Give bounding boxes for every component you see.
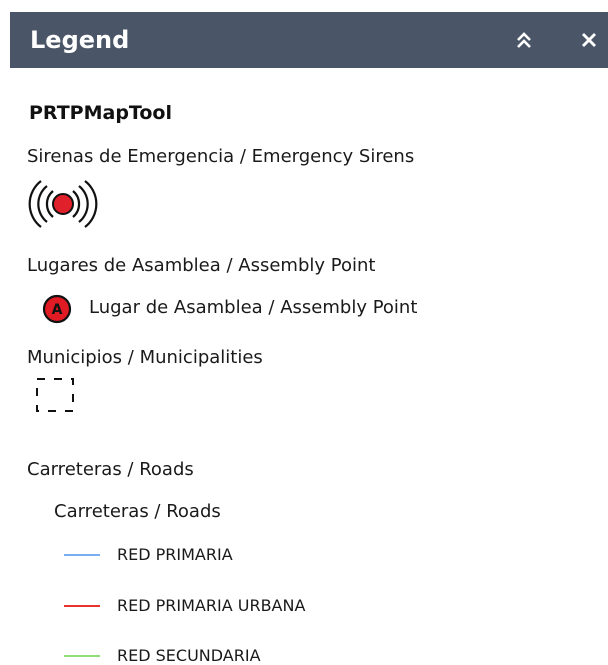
group-label-sirens: Sirenas de Emergencia / Emergency Sirens: [27, 146, 415, 167]
road-line-swatch: [64, 554, 100, 556]
siren-icon: [28, 180, 98, 228]
road-item-label: RED PRIMARIA URBANA: [117, 596, 306, 615]
road-line-swatch: [64, 605, 100, 607]
close-icon: [582, 33, 596, 47]
assembly-point-icon: A: [42, 294, 72, 324]
legend-content: PRTPMapTool Sirenas de Emergencia / Emer…: [0, 68, 608, 665]
assembly-icon-letter: A: [52, 302, 63, 318]
group-label-municipalities: Municipios / Municipalities: [27, 347, 263, 368]
group-label-roads: Carreteras / Roads: [27, 459, 194, 480]
road-item-label: RED PRIMARIA: [117, 545, 233, 564]
chevrons-up-icon: [517, 32, 531, 48]
legend-panel: Legend PRTPMapTool Sirenas de Emergencia…: [0, 0, 608, 665]
collapse-button[interactable]: [510, 26, 538, 54]
close-button[interactable]: [575, 26, 603, 54]
roads-sublabel: Carreteras / Roads: [54, 501, 221, 522]
road-line-swatch: [64, 655, 100, 657]
group-label-assembly: Lugares de Asamblea / Assembly Point: [27, 255, 376, 276]
layer-title: PRTPMapTool: [29, 102, 172, 124]
legend-title: Legend: [30, 26, 130, 54]
legend-header: Legend: [10, 12, 608, 68]
assembly-item-label: Lugar de Asamblea / Assembly Point: [89, 297, 418, 318]
road-item-label: RED SECUNDARIA: [117, 646, 261, 665]
dashed-boundary-icon: [36, 378, 74, 412]
